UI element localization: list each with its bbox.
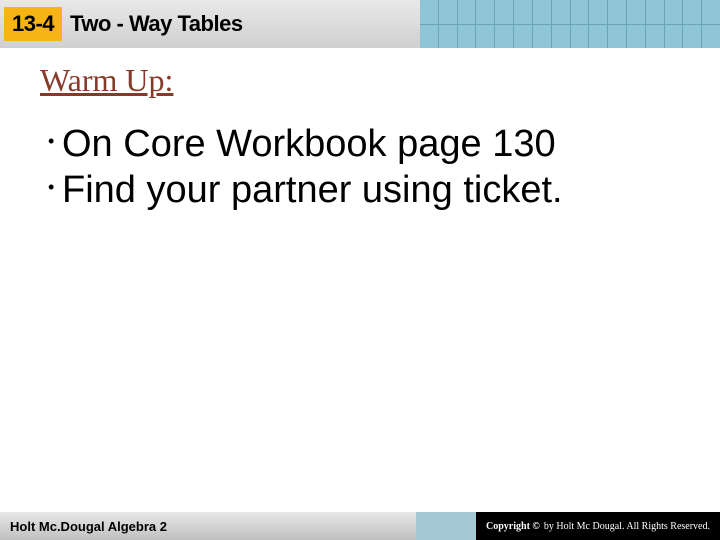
slide-content: Warm Up: On Core Workbook page 130 Find … xyxy=(0,48,720,214)
lesson-number-badge: 13-4 xyxy=(4,7,62,41)
copyright-text: by Holt Mc Dougal. All Rights Reserved. xyxy=(544,521,710,532)
lesson-title: Two - Way Tables xyxy=(70,11,243,37)
bullet-item: On Core Workbook page 130 xyxy=(48,121,680,167)
warm-up-heading: Warm Up: xyxy=(40,62,680,99)
footer-copyright: Copyright © by Holt Mc Dougal. All Right… xyxy=(476,512,720,540)
slide-footer: Holt Mc.Dougal Algebra 2 Copyright © by … xyxy=(0,512,720,540)
header-grid-pattern xyxy=(420,0,720,48)
footer-book-title: Holt Mc.Dougal Algebra 2 xyxy=(0,512,416,540)
bullet-item: Find your partner using ticket. xyxy=(48,167,680,213)
footer-accent xyxy=(416,512,476,540)
slide-header: 13-4 Two - Way Tables xyxy=(0,0,720,48)
copyright-label: Copyright © xyxy=(486,521,540,532)
bullet-list: On Core Workbook page 130 Find your part… xyxy=(40,121,680,214)
